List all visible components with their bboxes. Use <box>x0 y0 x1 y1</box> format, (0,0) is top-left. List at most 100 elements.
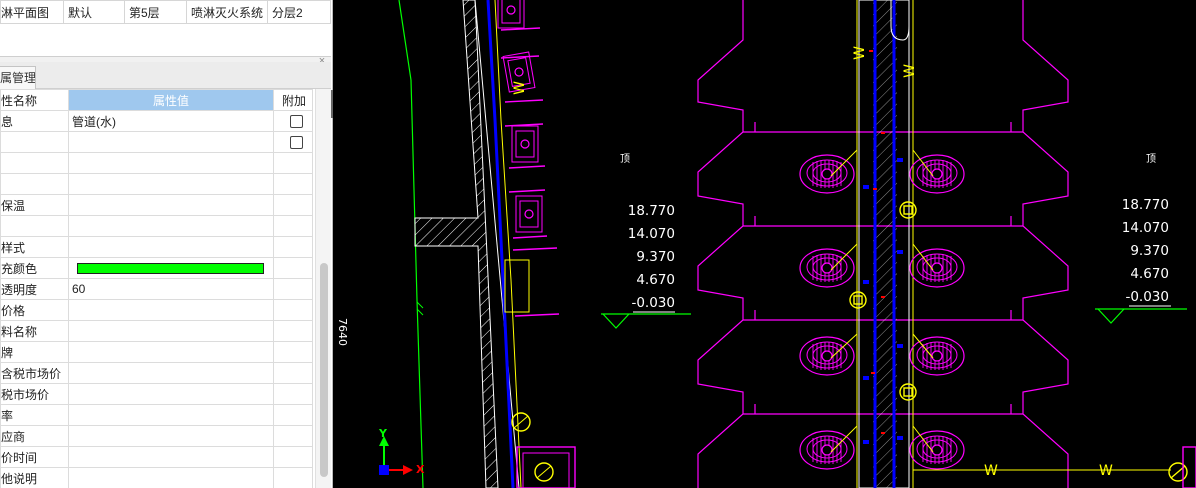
property-value[interactable] <box>68 131 274 153</box>
property-value[interactable] <box>68 446 274 468</box>
property-row[interactable]: 应商 <box>0 425 313 447</box>
property-row[interactable]: 价时间 <box>0 446 313 468</box>
property-row[interactable]: 他说明 <box>0 467 313 488</box>
property-row[interactable] <box>0 215 313 237</box>
property-value[interactable] <box>68 152 274 174</box>
elevation-label: -0.030 <box>631 295 675 311</box>
property-row[interactable]: 样式 <box>0 236 313 258</box>
property-name: 保温 <box>0 194 69 216</box>
property-value[interactable] <box>68 299 274 321</box>
extra-checkbox[interactable] <box>290 115 303 129</box>
property-value[interactable] <box>68 425 274 447</box>
property-extra <box>273 194 313 216</box>
drawing-cell[interactable]: 淋平面图 <box>0 0 64 24</box>
property-row[interactable]: 税市场价 <box>0 383 313 405</box>
property-extra <box>273 299 313 321</box>
property-extra <box>273 236 313 258</box>
property-name: 价格 <box>0 299 69 321</box>
cad-drawing-canvas[interactable]: 顶 顶 18.770 14.070 9.370 4.670 -0.030 18.770 1… <box>333 0 1196 488</box>
floor-cell[interactable]: 第5层 <box>124 0 187 24</box>
property-value[interactable] <box>68 236 274 258</box>
property-value[interactable]: 60 <box>68 278 274 300</box>
property-extra <box>273 215 313 237</box>
elevation-label: 9.370 <box>1130 243 1169 259</box>
property-row[interactable]: 料名称 <box>0 320 313 342</box>
property-name: 应商 <box>0 425 69 447</box>
property-row[interactable] <box>0 173 313 195</box>
elevation-label: 14.070 <box>1121 220 1169 236</box>
properties-scrollbar[interactable] <box>315 89 331 488</box>
pipe-label-w: W <box>1099 463 1113 479</box>
property-row[interactable]: 含税市场价 <box>0 362 313 384</box>
extra-checkbox[interactable] <box>290 136 303 150</box>
tab-properties[interactable]: 属管理 <box>0 66 36 89</box>
axis-x-label: X <box>416 463 425 476</box>
elevation-label: 9.370 <box>636 249 675 265</box>
property-row[interactable] <box>0 152 313 174</box>
pipe-label-w: W <box>984 463 998 479</box>
property-name: 他说明 <box>0 467 69 488</box>
scrollbar-thumb[interactable] <box>320 263 328 477</box>
property-row[interactable]: 透明度 60 <box>0 278 313 300</box>
property-value[interactable] <box>68 383 274 405</box>
property-name: 税市场价 <box>0 383 69 405</box>
pipe-label-w: W <box>851 46 868 60</box>
property-value[interactable] <box>68 173 274 195</box>
floor-list-empty-area <box>0 24 330 56</box>
property-extra <box>273 320 313 342</box>
property-row[interactable]: 率 <box>0 404 313 426</box>
dimension-text: 7640 <box>336 318 349 346</box>
property-extra <box>273 110 313 132</box>
property-value[interactable] <box>68 320 274 342</box>
properties-header-row: 性名称 属性值 附加 <box>0 89 313 111</box>
property-extra <box>273 404 313 426</box>
property-value[interactable] <box>68 215 274 237</box>
property-extra <box>273 173 313 195</box>
property-row[interactable]: 息管道(水) <box>0 110 313 132</box>
header-extra[interactable]: 附加 <box>273 89 313 111</box>
fill-color-swatch[interactable] <box>77 263 264 275</box>
elevation-label: -0.030 <box>1125 289 1169 305</box>
pipe-label-w: W <box>511 81 528 95</box>
property-row[interactable] <box>0 131 313 153</box>
floor-label-right: 顶 <box>1146 154 1156 165</box>
system-cell[interactable]: 喷淋灭火系统 <box>186 0 268 24</box>
floor-info-row: 淋平面图 默认 第5层 喷淋灭火系统 分层2 <box>0 0 331 24</box>
header-property-name[interactable]: 性名称 <box>0 89 69 111</box>
property-name: 料名称 <box>0 320 69 342</box>
property-value[interactable] <box>68 257 274 279</box>
property-value[interactable] <box>68 404 274 426</box>
property-extra <box>273 425 313 447</box>
property-name <box>0 173 69 195</box>
mode-cell[interactable]: 默认 <box>63 0 125 24</box>
property-extra <box>273 467 313 488</box>
property-row[interactable]: 充颜色 <box>0 257 313 279</box>
ucs-axis-icon <box>379 436 413 475</box>
property-extra <box>273 131 313 153</box>
property-value[interactable] <box>68 341 274 363</box>
property-row[interactable]: 牌 <box>0 341 313 363</box>
property-row[interactable]: 保温 <box>0 194 313 216</box>
property-name: 价时间 <box>0 446 69 468</box>
property-row[interactable]: 价格 <box>0 299 313 321</box>
elevation-label: 18.770 <box>627 203 675 219</box>
floor-info-table-row[interactable]: 淋平面图 默认 第5层 喷淋灭火系统 分层2 <box>0 0 331 24</box>
property-extra <box>273 446 313 468</box>
property-extra <box>273 341 313 363</box>
property-name: 牌 <box>0 341 69 363</box>
elevation-label: 4.670 <box>636 272 675 288</box>
hatched-wall <box>414 0 499 488</box>
property-value[interactable] <box>68 194 274 216</box>
property-name: 充颜色 <box>0 257 69 279</box>
layer-cell[interactable]: 分层2 <box>267 0 331 24</box>
header-property-value[interactable]: 属性值 <box>68 89 274 111</box>
property-name: 率 <box>0 404 69 426</box>
property-value[interactable] <box>68 362 274 384</box>
property-value[interactable] <box>68 467 274 488</box>
property-name: 含税市场价 <box>0 362 69 384</box>
property-name: 透明度 <box>0 278 69 300</box>
property-extra <box>273 257 313 279</box>
property-value[interactable]: 管道(水) <box>68 110 274 132</box>
properties-panel: 淋平面图 默认 第5层 喷淋灭火系统 分层2 × 属管理 性名称 属性值 附加 … <box>0 0 333 488</box>
properties-grid: 性名称 属性值 附加 息管道(水) 保温样式 充颜色 透明度 60 价格 料名称牌含税市场价… <box>0 89 313 488</box>
